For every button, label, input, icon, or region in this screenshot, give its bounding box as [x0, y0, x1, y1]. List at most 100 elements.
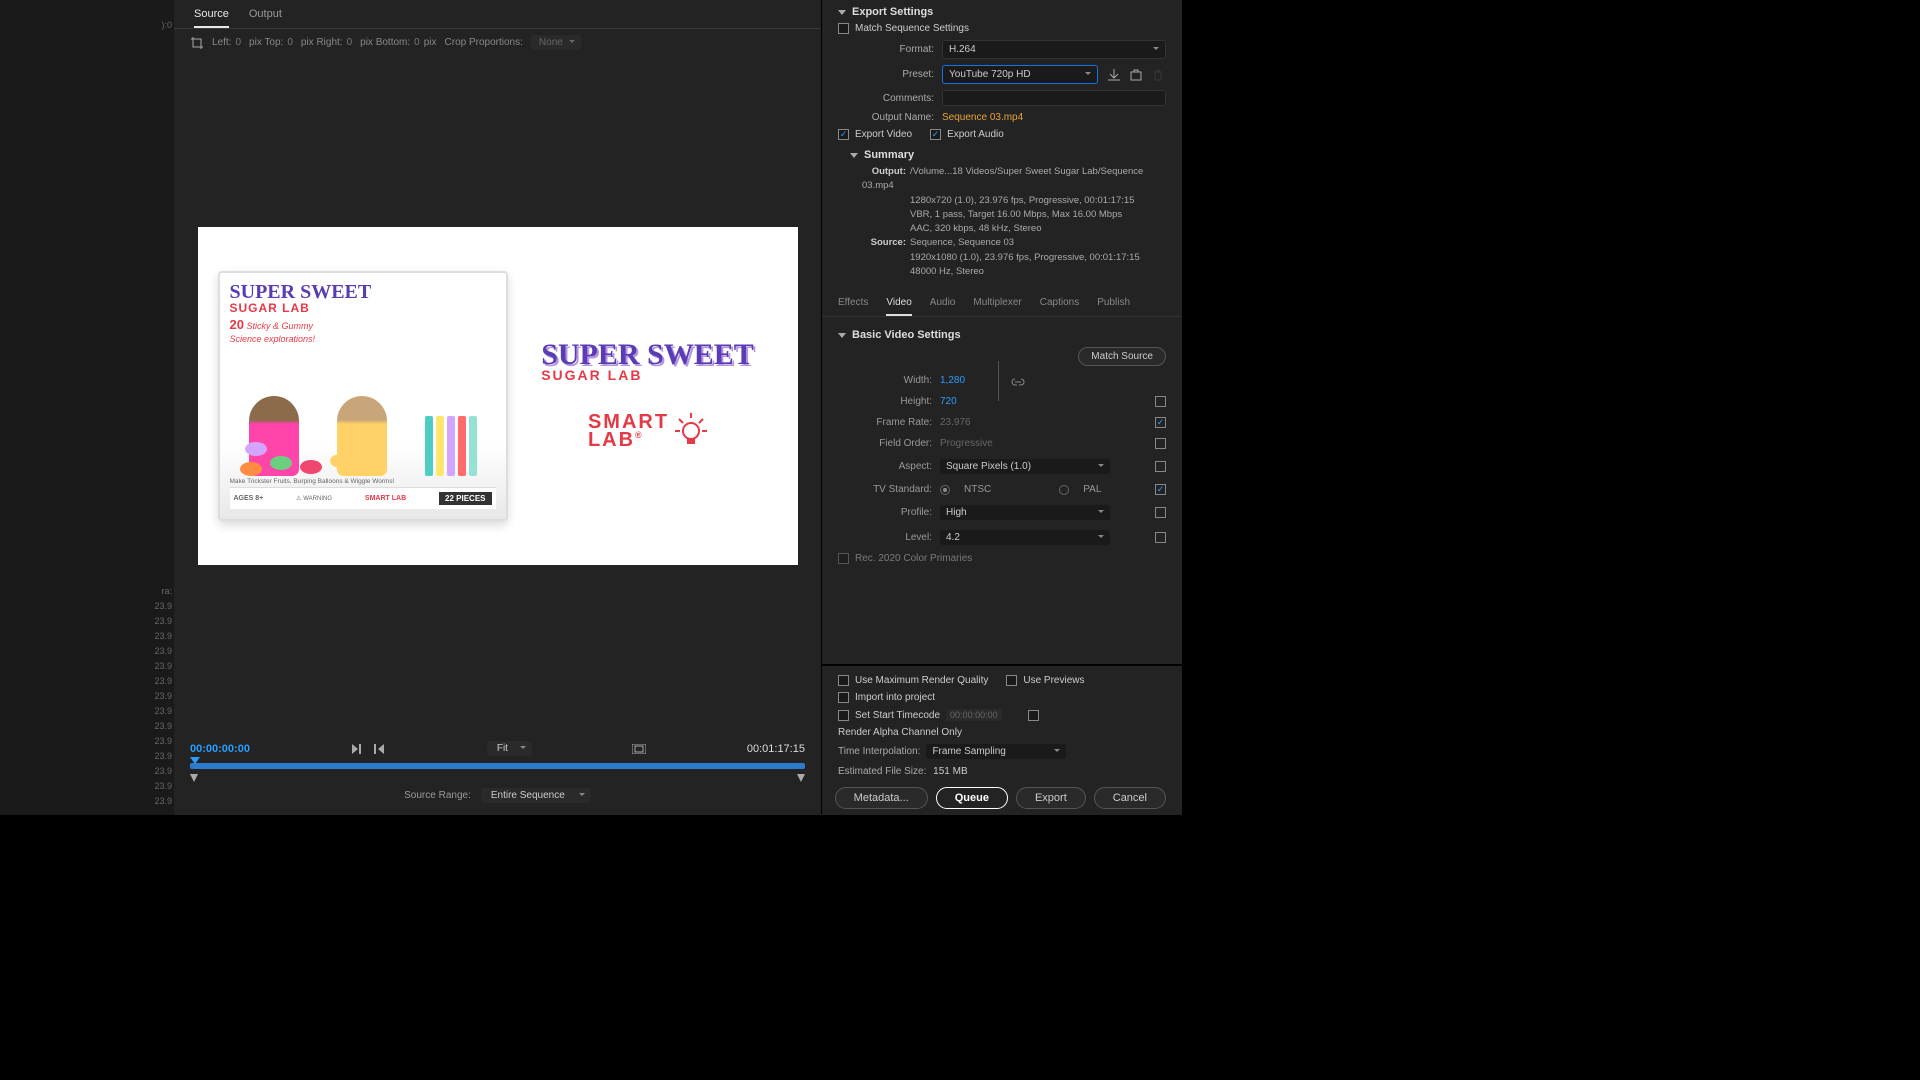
crop-right-value[interactable]: 0	[347, 37, 353, 48]
basic-video-settings: Basic Video Settings Match Source Width:…	[822, 317, 1182, 573]
framerate-value: 23.976	[940, 417, 980, 428]
ntsc-radio	[940, 485, 950, 495]
tab-publish[interactable]: Publish	[1097, 291, 1130, 316]
basic-video-header[interactable]: Basic Video Settings	[822, 323, 1182, 343]
output-name-label: Output Name:	[838, 112, 934, 123]
queue-button[interactable]: Queue	[936, 787, 1008, 809]
profile-match-checkbox[interactable]	[1155, 507, 1166, 518]
format-label: Format:	[838, 44, 934, 55]
delete-preset-icon	[1150, 67, 1166, 83]
play-out-icon[interactable]	[372, 742, 386, 756]
time-interpolation-label: Time Interpolation:	[838, 746, 920, 757]
time-interpolation-select[interactable]: Frame Sampling	[926, 744, 1066, 759]
left-panel-strip: ):0 ra: 23.9 23.9 23.9 23.9 23.9 23.9 23…	[0, 0, 174, 815]
save-preset-icon[interactable]	[1106, 67, 1122, 83]
crop-bottom-value[interactable]: 0	[414, 37, 420, 48]
filesize-label: Estimated File Size:	[838, 766, 926, 777]
current-timecode[interactable]: 00:00:00:00	[190, 743, 250, 755]
export-settings-header[interactable]: Export Settings	[822, 0, 1182, 20]
tab-video[interactable]: Video	[886, 291, 911, 316]
range-in-handle[interactable]	[190, 774, 198, 782]
use-previews-checkbox[interactable]	[1006, 675, 1017, 686]
aspect-ratio-icon[interactable]	[632, 742, 646, 756]
alpha-only-checkbox[interactable]	[1028, 710, 1039, 721]
source-range-label: Source Range:	[404, 790, 471, 801]
cancel-button[interactable]: Cancel	[1094, 787, 1166, 809]
playhead[interactable]	[190, 757, 200, 769]
pal-radio	[1059, 485, 1069, 495]
title-card: SUPER SWEET SUGAR LAB SMART LAB®	[518, 342, 778, 450]
crop-proportions-select[interactable]: None	[531, 35, 581, 50]
aspect-select[interactable]: Square Pixels (1.0)	[940, 459, 1110, 474]
source-range-select[interactable]: Entire Sequence	[481, 788, 591, 803]
aspect-match-checkbox[interactable]	[1155, 461, 1166, 472]
framerate-label: Frame Rate:	[838, 417, 932, 428]
alpha-only-label: Render Alpha Channel Only	[838, 727, 962, 738]
rec2020-label: Rec. 2020 Color Primaries	[855, 553, 972, 564]
link-dimensions-icon[interactable]	[1010, 377, 1024, 389]
brand-logo: SMART LAB®	[588, 413, 707, 449]
dimensions-match-checkbox[interactable]	[1155, 396, 1166, 407]
disclosure-icon	[850, 153, 858, 158]
tab-output[interactable]: Output	[249, 4, 282, 28]
export-video-checkbox[interactable]	[838, 129, 849, 140]
match-sequence-label: Match Sequence Settings	[855, 23, 969, 34]
crop-left-value[interactable]: 0	[235, 37, 241, 48]
import-project-checkbox[interactable]	[838, 692, 849, 703]
profile-select[interactable]: High	[940, 505, 1110, 520]
preset-label: Preset:	[838, 69, 934, 80]
summary-text: Output:/Volume...18 Videos/Super Sweet S…	[822, 163, 1182, 287]
product-packaging: SUPER SWEET SUGAR LAB 20 Sticky & Gummy …	[218, 271, 508, 521]
preview-frame: SUPER SWEET SUGAR LAB 20 Sticky & Gummy …	[198, 227, 798, 565]
crop-top-value[interactable]: 0	[287, 37, 293, 48]
width-value[interactable]: 1,280	[940, 375, 980, 386]
tab-source[interactable]: Source	[194, 4, 229, 28]
use-previews-label: Use Previews	[1023, 675, 1084, 686]
rec2020-checkbox	[838, 553, 849, 564]
tvstandard-match-checkbox[interactable]	[1155, 484, 1166, 495]
play-in-icon[interactable]	[350, 742, 364, 756]
level-match-checkbox[interactable]	[1155, 532, 1166, 543]
framerate-match-checkbox[interactable]	[1155, 417, 1166, 428]
scrub-bar[interactable]	[190, 760, 805, 772]
preset-select[interactable]: YouTube 720p HD	[942, 65, 1098, 84]
timeline-controls: 00:00:00:00 Fit 00:01:17:15 Source Range…	[174, 735, 821, 815]
tab-effects[interactable]: Effects	[838, 291, 868, 316]
height-value[interactable]: 720	[940, 396, 980, 407]
export-footer: Use Maximum Render Quality Use Previews …	[822, 664, 1182, 815]
match-sequence-checkbox[interactable]	[838, 23, 849, 34]
zoom-fit-select[interactable]: Fit	[487, 741, 532, 756]
video-preview: SUPER SWEET SUGAR LAB 20 Sticky & Gummy …	[174, 56, 821, 735]
crop-icon[interactable]	[190, 36, 204, 50]
format-select[interactable]: H.264	[942, 40, 1166, 59]
metadata-button[interactable]: Metadata...	[835, 787, 928, 809]
crop-left-label: Left:	[212, 37, 231, 48]
start-timecode-checkbox[interactable]	[838, 710, 849, 721]
export-audio-label: Export Audio	[947, 129, 1004, 140]
tab-multiplexer[interactable]: Multiplexer	[973, 291, 1021, 316]
tab-captions[interactable]: Captions	[1040, 291, 1079, 316]
comments-input[interactable]	[942, 90, 1166, 106]
range-out-handle[interactable]	[797, 774, 805, 782]
output-name-link[interactable]: Sequence 03.mp4	[942, 112, 1023, 123]
fieldorder-value: Progressive	[940, 438, 993, 449]
tab-audio[interactable]: Audio	[930, 291, 956, 316]
summary-header[interactable]: Summary	[822, 143, 1182, 163]
crop-bottom-label: pix Bottom:	[360, 37, 410, 48]
height-label: Height:	[838, 396, 932, 407]
match-source-button[interactable]: Match Source	[1078, 347, 1166, 366]
level-select[interactable]: 4.2	[940, 530, 1110, 545]
max-render-quality-checkbox[interactable]	[838, 675, 849, 686]
profile-label: Profile:	[838, 507, 932, 518]
preview-pane: Source Output Left:0 pix Top:0 pix Right…	[174, 0, 822, 815]
width-label: Width:	[838, 375, 932, 386]
duration-timecode: 00:01:17:15	[747, 743, 805, 755]
export-audio-checkbox[interactable]	[930, 129, 941, 140]
max-render-quality-label: Use Maximum Render Quality	[855, 675, 988, 686]
export-button[interactable]: Export	[1016, 787, 1086, 809]
export-video-label: Export Video	[855, 129, 912, 140]
start-timecode-input: 00:00:00:00	[946, 709, 1002, 721]
fieldorder-match-checkbox[interactable]	[1155, 438, 1166, 449]
crop-top-label: pix Top:	[249, 37, 283, 48]
import-preset-icon[interactable]	[1128, 67, 1144, 83]
